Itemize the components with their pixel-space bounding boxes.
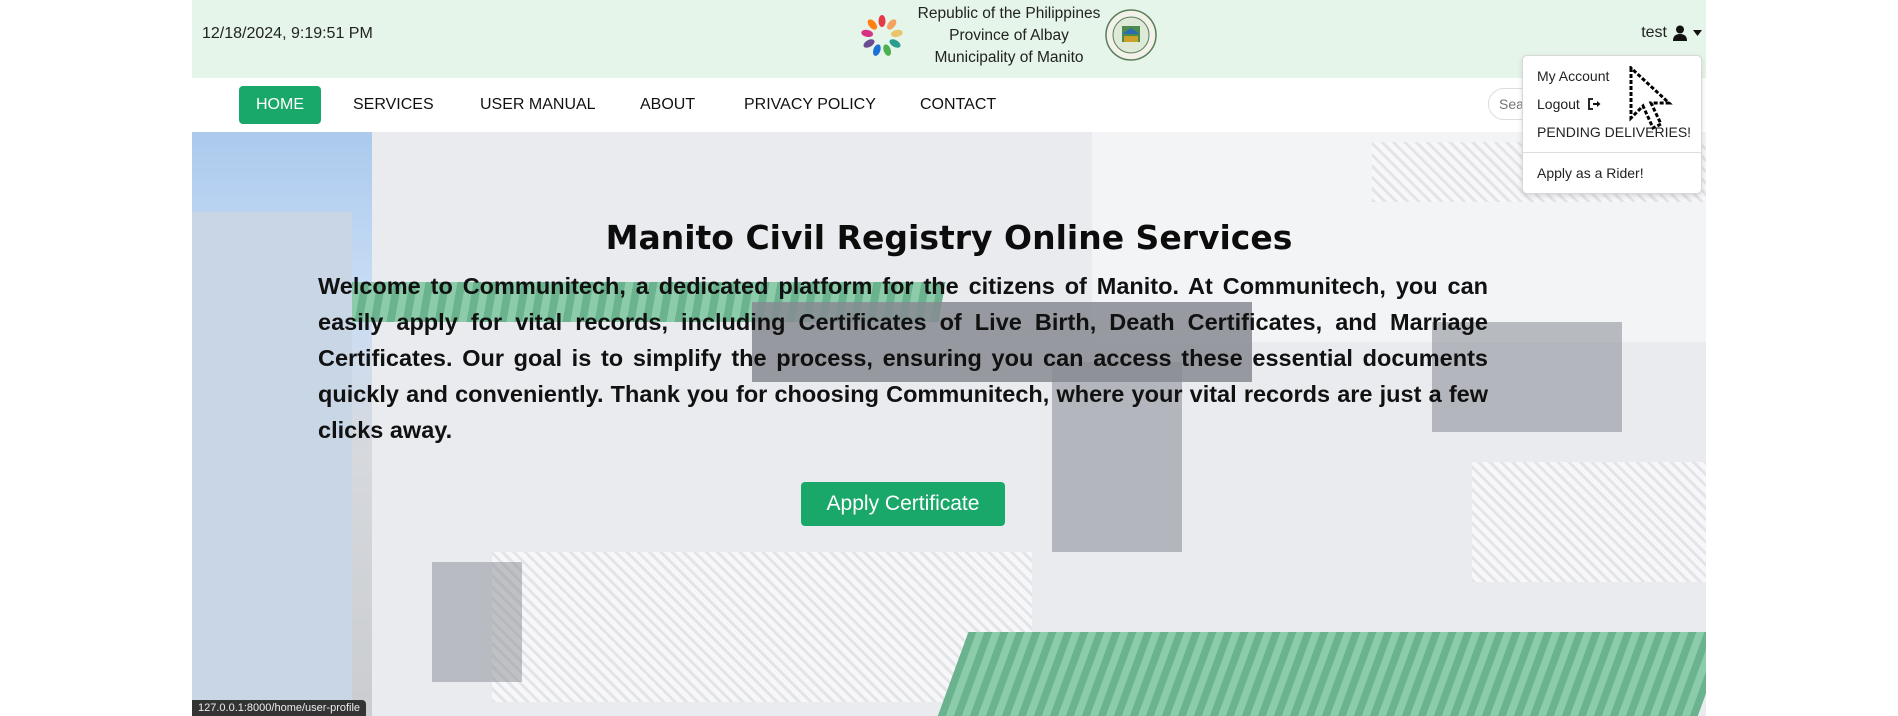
datetime-display: 12/18/2024, 9:19:51 PM bbox=[202, 25, 373, 42]
nav-services[interactable]: SERVICES bbox=[353, 86, 434, 124]
nav-contact[interactable]: CONTACT bbox=[920, 86, 996, 124]
mouse-cursor-icon bbox=[1629, 66, 1673, 131]
gov-line-republic: Republic of the Philippines bbox=[917, 5, 1101, 22]
nav-privacy-policy[interactable]: PRIVACY POLICY bbox=[744, 86, 876, 124]
municipal-seal-icon bbox=[1105, 9, 1157, 61]
top-header: 12/18/2024, 9:19:51 PM Republic of the P… bbox=[192, 0, 1706, 78]
caret-down-icon bbox=[1693, 30, 1702, 36]
gov-line-province: Province of Albay bbox=[949, 27, 1069, 44]
dropdown-apply-rider[interactable]: Apply as a Rider! bbox=[1523, 159, 1701, 187]
hero-section: Manito Civil Registry Online Services We… bbox=[192, 132, 1706, 716]
dropdown-divider bbox=[1523, 152, 1701, 153]
apply-rider-label: Apply as a Rider! bbox=[1537, 165, 1644, 181]
user-menu-toggle[interactable]: test bbox=[1641, 24, 1702, 42]
page: 12/18/2024, 9:19:51 PM Republic of the P… bbox=[192, 0, 1706, 716]
nav-about[interactable]: ABOUT bbox=[640, 86, 695, 124]
nav-user-manual[interactable]: USER MANUAL bbox=[480, 86, 596, 124]
government-heading: Republic of the Philippines Province of … bbox=[914, 3, 1104, 69]
user-icon bbox=[1673, 25, 1687, 41]
logout-icon bbox=[1587, 98, 1601, 110]
gov-line-municipality: Municipality of Manito bbox=[934, 49, 1084, 66]
apply-certificate-button[interactable]: Apply Certificate bbox=[801, 482, 1005, 526]
status-bar-url: 127.0.0.1:8000/home/user-profile bbox=[192, 700, 367, 716]
user-name: test bbox=[1641, 24, 1667, 41]
hero-description: Welcome to Communitech, a dedicated plat… bbox=[318, 273, 1488, 443]
logout-label: Logout bbox=[1537, 96, 1580, 112]
hero-title: Manito Civil Registry Online Services bbox=[605, 218, 1293, 257]
nav-home[interactable]: HOME bbox=[239, 86, 321, 124]
main-navbar: HOME SERVICES USER MANUAL ABOUT PRIVACY … bbox=[192, 78, 1706, 133]
colorful-seal-icon bbox=[861, 15, 903, 56]
my-account-label: My Account bbox=[1537, 68, 1610, 84]
